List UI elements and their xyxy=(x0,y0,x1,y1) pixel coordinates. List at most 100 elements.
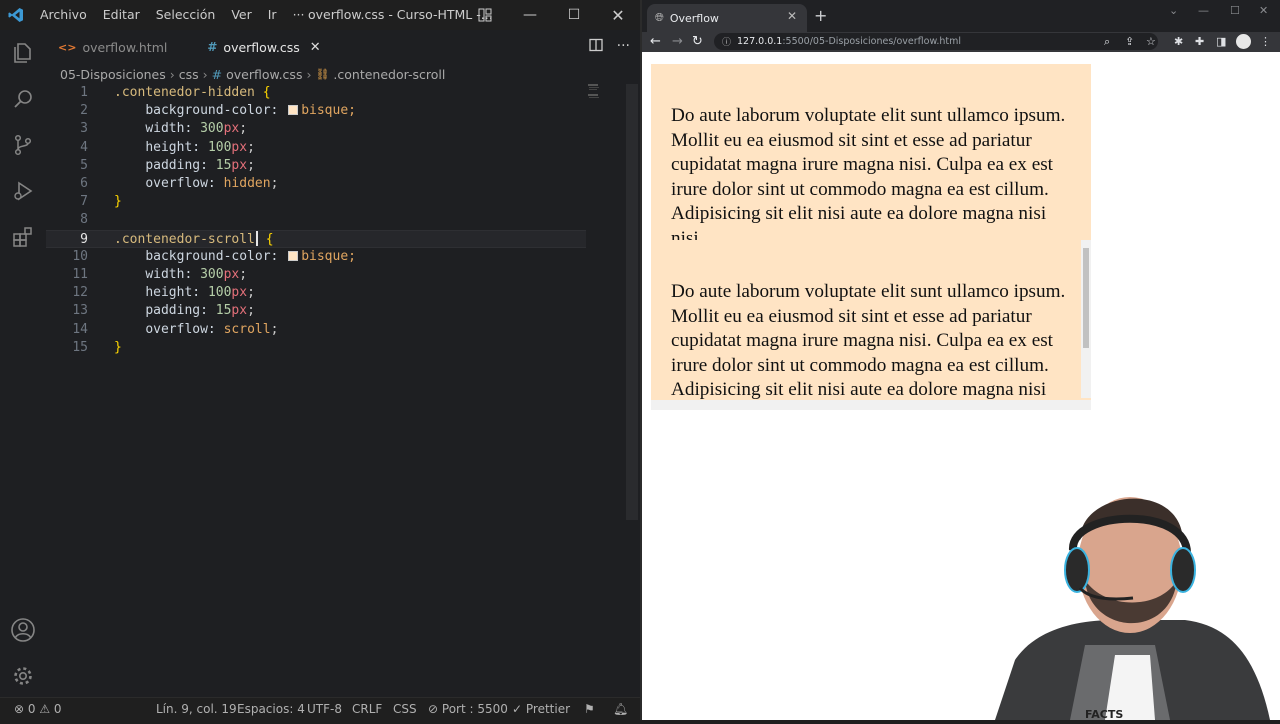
end-of-line[interactable]: CRLF xyxy=(352,698,382,721)
layout-icon[interactable] xyxy=(478,8,492,25)
address-bar[interactable]: ⓘ 127.0.0.1:5500/05-Disposiciones/overfl… xyxy=(714,33,1158,50)
selector-symbol-icon: ⛓ xyxy=(315,67,330,81)
container-scroll[interactable]: Do aute laborum voluptate elit sunt ulla… xyxy=(651,240,1091,410)
status-bar: ⊗ 0 ⚠ 0 Lín. 9, col. 19 Espacios: 4 UTF-… xyxy=(0,697,640,720)
reload-icon[interactable]: ↻ xyxy=(692,34,703,49)
search-icon[interactable] xyxy=(0,76,46,122)
explorer-icon[interactable] xyxy=(0,30,46,76)
minimize-icon[interactable]: — xyxy=(508,0,552,30)
code-line-current: 9 .contenedor-scroll { xyxy=(46,229,586,248)
paragraph-scroll: Do aute laborum voluptate elit sunt ulla… xyxy=(671,281,1066,410)
globe-icon: 🌐︎ xyxy=(655,11,664,24)
live-server-port[interactable]: ⊘ Port : 5500 xyxy=(428,698,508,721)
breadcrumb-symbol[interactable]: .contenedor-scroll xyxy=(333,67,445,82)
bookmark-star-icon[interactable]: ☆ xyxy=(1146,35,1156,48)
breadcrumb-folder-css[interactable]: css xyxy=(179,67,199,82)
encoding[interactable]: UTF-8 xyxy=(307,698,342,721)
prettier-status[interactable]: ✓ Prettier xyxy=(512,698,570,721)
forward-arrow-icon[interactable]: → xyxy=(672,34,683,49)
html-file-icon: <> xyxy=(58,40,77,54)
tab-label: overflow.html xyxy=(82,39,168,55)
activity-bar xyxy=(0,30,46,697)
vscode-window: Archivo Editar Selección Ver Ir ··· over… xyxy=(0,0,640,720)
code-line: 14 overflow: scroll; xyxy=(72,321,279,337)
scrollbar-thumb[interactable] xyxy=(1083,248,1089,348)
browser-minimize-icon[interactable]: ⌄ xyxy=(1169,4,1178,17)
code-line: 5 padding: 15px; xyxy=(80,157,255,173)
title-bar: Archivo Editar Selección Ver Ir ··· over… xyxy=(0,0,640,30)
tab-overflow-html[interactable]: <> overflow.html xyxy=(46,30,179,64)
browser-close-icon[interactable]: ✕ xyxy=(1259,4,1268,17)
indentation[interactable]: Espacios: 4 xyxy=(237,698,305,721)
info-icon: ⓘ xyxy=(722,38,732,48)
color-swatch[interactable] xyxy=(288,250,299,261)
editor-scrollbar[interactable] xyxy=(626,84,638,520)
menu-editar[interactable]: Editar xyxy=(95,0,148,30)
browser-tab[interactable]: 🌐︎ Overflow ✕ xyxy=(647,4,807,32)
breadcrumb: 05-Disposiciones › css › # overflow.css … xyxy=(60,64,445,84)
maximize-icon[interactable]: ☐ xyxy=(552,0,596,30)
share-icon[interactable]: ⇪ xyxy=(1125,35,1134,48)
code-line: 10 background-color: bisque; xyxy=(72,248,356,264)
sidebar-icon[interactable]: ◨ xyxy=(1216,35,1226,48)
code-line: 1 .contenedor-hidden { xyxy=(80,85,271,100)
double-check-icon: ✓ xyxy=(512,702,523,716)
new-tab-icon[interactable]: + xyxy=(814,6,827,25)
code-line: 13 padding: 15px; xyxy=(72,303,255,319)
vscode-logo-icon[interactable] xyxy=(0,0,32,30)
close-tab-icon[interactable]: ✕ xyxy=(787,9,797,23)
menu-ver[interactable]: Ver xyxy=(223,0,259,30)
vertical-scrollbar[interactable] xyxy=(1081,240,1091,398)
text-cursor xyxy=(255,230,258,246)
split-editor-icon[interactable] xyxy=(588,38,603,56)
chevron-right-icon: › xyxy=(169,66,175,82)
live-server-icon: ⊘ xyxy=(428,702,439,716)
back-arrow-icon[interactable]: ← xyxy=(650,34,661,49)
horizontal-scrollbar[interactable] xyxy=(651,400,1091,410)
tab-overflow-css[interactable]: # overflow.css ✕ xyxy=(195,30,333,64)
breadcrumb-file[interactable]: overflow.css xyxy=(226,67,302,82)
code-line: 4 height: 100px; xyxy=(80,139,255,155)
code-editor[interactable]: 1 .contenedor-hidden { 2 background-color… xyxy=(46,84,628,697)
account-icon[interactable] xyxy=(0,607,46,653)
menu-archivo[interactable]: Archivo xyxy=(32,0,95,30)
browser-menu-icon[interactable]: ⋮ xyxy=(1260,35,1271,48)
feedback-icon[interactable]: ⚑ xyxy=(584,698,595,721)
language-mode[interactable]: CSS xyxy=(393,698,417,721)
extensions-puzzle-icon[interactable]: ✚ xyxy=(1195,35,1204,48)
browser-toolbar: ← → ↻ ⓘ 127.0.0.1:5500/05-Disposiciones/… xyxy=(642,32,1280,52)
run-debug-icon[interactable] xyxy=(0,168,46,214)
code-line: 15} xyxy=(72,339,122,355)
code-line: 2 background-color: bisque; xyxy=(80,103,356,119)
code-line: 8 xyxy=(80,212,88,228)
close-tab-icon[interactable]: ✕ xyxy=(310,40,321,55)
menu-ir[interactable]: Ir xyxy=(260,0,285,30)
code-line: 7} xyxy=(80,194,122,210)
code-line: 12 height: 100px; xyxy=(72,285,255,301)
css-file-icon: # xyxy=(207,40,218,54)
notifications-bell-icon[interactable]: 🔔︎ xyxy=(613,698,628,721)
breadcrumb-folder[interactable]: 05-Disposiciones xyxy=(60,67,166,82)
close-window-icon[interactable]: ✕ xyxy=(596,0,640,30)
color-swatch[interactable] xyxy=(288,105,299,116)
container-hidden: Do aute laborum voluptate elit sunt ulla… xyxy=(651,64,1091,240)
menu-bar: Archivo Editar Selección Ver Ir ··· xyxy=(32,0,313,30)
profile-avatar[interactable] xyxy=(1236,34,1251,49)
cursor-position[interactable]: Lín. 9, col. 19 xyxy=(156,698,237,721)
paragraph-hidden: Do aute laborum voluptate elit sunt ulla… xyxy=(671,105,1066,240)
chevron-right-icon: › xyxy=(306,66,312,82)
minimap[interactable] xyxy=(588,84,600,102)
menu-seleccion[interactable]: Selección xyxy=(148,0,224,30)
more-actions-icon[interactable]: ··· xyxy=(617,38,630,56)
browser-tab-strip: 🌐︎ Overflow ✕ + ⌄ — ☐ ✕ xyxy=(642,0,1280,32)
zoom-icon[interactable]: ⌕ xyxy=(1104,35,1110,49)
extensions-icon[interactable] xyxy=(0,214,46,260)
problems-indicator[interactable]: ⊗ 0 ⚠ 0 xyxy=(14,698,62,721)
shirt-text: FACTS xyxy=(1085,708,1123,720)
code-line: 6 overflow: hidden; xyxy=(80,176,279,191)
browser-minimize-icon-2[interactable]: — xyxy=(1198,4,1209,17)
extension-gear-icon[interactable]: ✱ xyxy=(1174,35,1183,48)
source-control-icon[interactable] xyxy=(0,122,46,168)
browser-maximize-icon[interactable]: ☐ xyxy=(1230,4,1240,17)
settings-gear-icon[interactable] xyxy=(0,653,46,699)
